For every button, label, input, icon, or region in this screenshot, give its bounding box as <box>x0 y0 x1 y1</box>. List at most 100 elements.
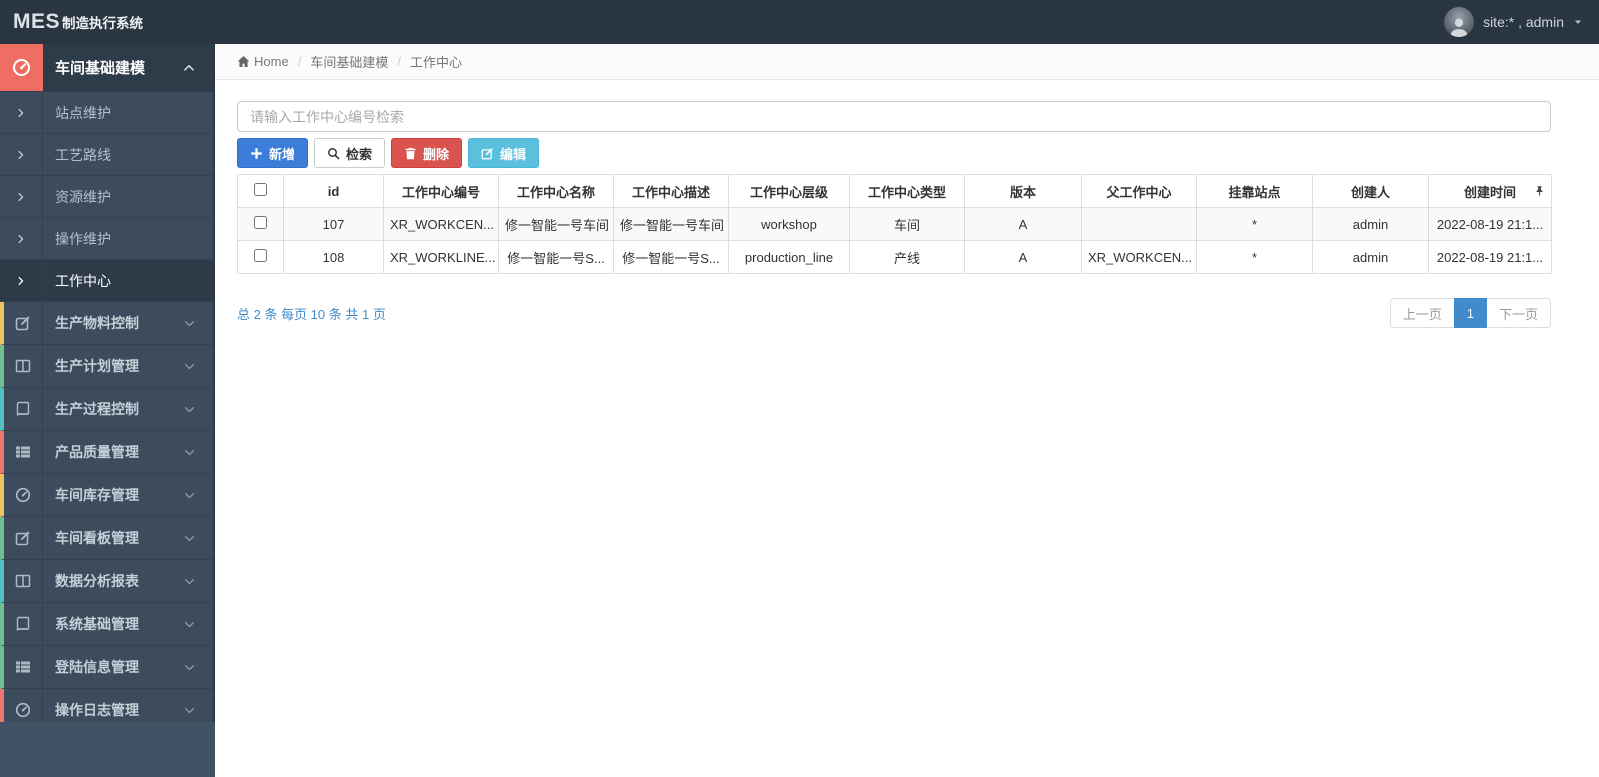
cell-version: A <box>964 207 1082 241</box>
search-icon <box>327 147 340 160</box>
sidebar-group-data-analysis-report[interactable]: 数据分析报表 <box>0 560 213 603</box>
logo-text-mes: MES <box>13 10 61 33</box>
table-row: 107 XR_WORKCEN... 修一智能一号车间 修一智能一号车间 work… <box>237 207 1552 241</box>
column-header-creator[interactable]: 创建人 <box>1312 174 1429 208</box>
sidebar-group-label: 生产物料控制 <box>55 315 139 331</box>
chevron-down-icon <box>184 404 195 415</box>
sidebar-group-production-process-control[interactable]: 生产过程控制 <box>0 388 213 431</box>
row-checkbox[interactable] <box>254 249 267 262</box>
pin-icon[interactable] <box>1534 186 1545 197</box>
search-input[interactable] <box>237 101 1551 132</box>
cell-type: 车间 <box>849 207 965 241</box>
sidebar-item-work-center[interactable]: 工作中心 <box>0 260 213 302</box>
sidebar-group-label: 系统基础管理 <box>55 616 139 632</box>
search-button[interactable]: 检索 <box>314 138 386 168</box>
caret-down-icon <box>1573 17 1583 27</box>
sidebar-item-label: 站点维护 <box>55 104 111 121</box>
table-row: 108 XR_WORKLINE... 修一智能一号S... 修一智能一号S...… <box>237 240 1552 274</box>
sidebar-group-label: 产品质量管理 <box>55 444 139 460</box>
add-button[interactable]: 新增 <box>237 138 309 168</box>
breadcrumb-section[interactable]: 车间基础建模 <box>310 52 388 71</box>
cell-desc: 修一智能一号S... <box>613 240 729 274</box>
page-1-button[interactable]: 1 <box>1453 298 1487 328</box>
cell-name: 修一智能一号车间 <box>498 207 614 241</box>
cell-parent: XR_WORKCEN... <box>1081 240 1197 274</box>
column-header-work-center-code[interactable]: 工作中心编号 <box>383 174 499 208</box>
select-all-checkbox[interactable] <box>254 183 267 196</box>
chevron-down-icon <box>184 318 195 329</box>
sidebar-item-process-route[interactable]: 工艺路线 <box>0 134 213 176</box>
sidebar-group-label: 数据分析报表 <box>55 573 139 589</box>
sidebar-group-system-basic-management[interactable]: 系统基础管理 <box>0 603 213 646</box>
sidebar-group-label: 生产过程控制 <box>55 401 139 417</box>
cell-creator: admin <box>1312 207 1429 241</box>
cell-level: production_line <box>728 240 850 274</box>
column-header-work-center-level[interactable]: 工作中心层级 <box>728 174 850 208</box>
sidebar-group-workshop-kanban-management[interactable]: 车间看板管理 <box>0 517 213 560</box>
columns-icon <box>4 345 43 387</box>
sidebar-group-production-material-control[interactable]: 生产物料控制 <box>0 302 213 345</box>
add-button-label: 新增 <box>269 146 296 162</box>
page-body: 新增 检索 删除 编辑 <box>215 80 1599 328</box>
cell-parent <box>1081 207 1197 241</box>
sidebar-group-operation-log-management[interactable]: 操作日志管理 <box>0 689 213 722</box>
cell-code: XR_WORKCEN... <box>383 207 499 241</box>
prev-page-button[interactable]: 上一页 <box>1389 298 1455 328</box>
chevron-down-icon <box>184 533 195 544</box>
sidebar-item-resource-maintenance[interactable]: 资源维护 <box>0 176 213 218</box>
column-header-parent-work-center[interactable]: 父工作中心 <box>1081 174 1197 208</box>
sidebar-group-product-quality-management[interactable]: 产品质量管理 <box>0 431 213 474</box>
column-header-attached-site[interactable]: 挂靠站点 <box>1196 174 1313 208</box>
trash-icon <box>404 147 417 160</box>
breadcrumb-separator: / <box>397 54 401 69</box>
chevron-up-icon <box>183 62 195 74</box>
delete-button[interactable]: 删除 <box>391 138 463 168</box>
tachometer-icon <box>12 58 31 77</box>
tachometer-icon <box>4 689 43 722</box>
table-header-row: id 工作中心编号 工作中心名称 工作中心描述 工作中心层级 工作中心类型 版本… <box>237 174 1552 208</box>
breadcrumb-current: 工作中心 <box>409 55 462 70</box>
user-icon <box>1448 15 1470 37</box>
search-button-label: 检索 <box>346 146 373 162</box>
cell-type: 产线 <box>849 240 965 274</box>
sidebar-group-login-info-management[interactable]: 登陆信息管理 <box>0 646 213 689</box>
edit-icon <box>481 147 494 160</box>
column-header-create-time[interactable]: 创建时间 <box>1428 174 1552 208</box>
cell-name: 修一智能一号S... <box>498 240 614 274</box>
column-header-work-center-type[interactable]: 工作中心类型 <box>849 174 965 208</box>
sidebar-group-workshop-basic-modeling[interactable]: 车间基础建模 <box>0 44 213 92</box>
column-header-id[interactable]: id <box>283 174 384 208</box>
sidebar-group-production-plan-management[interactable]: 生产计划管理 <box>0 345 213 388</box>
breadcrumb-home[interactable]: Home <box>254 54 289 69</box>
sidebar-item-operation-maintenance[interactable]: 操作维护 <box>0 218 213 260</box>
cell-id: 108 <box>283 240 384 274</box>
cell-id: 107 <box>283 207 384 241</box>
next-page-button[interactable]: 下一页 <box>1485 298 1551 328</box>
pagination-summary: 总 2 条 每页 10 条 共 1 页 <box>237 306 386 322</box>
sidebar-group-label: 车间基础建模 <box>55 60 146 77</box>
column-header-work-center-name[interactable]: 工作中心名称 <box>498 174 614 208</box>
tachometer-icon <box>4 474 43 516</box>
chevron-right-icon <box>0 176 43 217</box>
chevron-down-icon <box>184 490 195 501</box>
sidebar: 车间基础建模 站点维护 工艺路线 资源维护 操作维护 工作中心 生产物料控制 生… <box>0 44 215 777</box>
edit-button[interactable]: 编辑 <box>468 138 540 168</box>
cell-create-time: 2022-08-19 21:1... <box>1428 240 1552 274</box>
column-header-work-center-desc[interactable]: 工作中心描述 <box>613 174 729 208</box>
plus-icon <box>250 147 263 160</box>
sidebar-group-label: 操作日志管理 <box>55 702 139 718</box>
sidebar-item-site-maintenance[interactable]: 站点维护 <box>0 92 213 134</box>
sidebar-group-label: 登陆信息管理 <box>55 659 139 675</box>
chevron-down-icon <box>184 447 195 458</box>
chevron-down-icon <box>184 361 195 372</box>
logo-text-subtitle: 制造执行系统 <box>62 16 144 31</box>
row-checkbox[interactable] <box>254 216 267 229</box>
pagination-controls: 上一页 1 下一页 <box>1389 298 1551 328</box>
list-icon <box>4 431 43 473</box>
column-header-version[interactable]: 版本 <box>964 174 1082 208</box>
top-bar: MES 制造执行系统 site:* , admin <box>0 0 1599 44</box>
sidebar-group-workshop-inventory-management[interactable]: 车间库存管理 <box>0 474 213 517</box>
user-menu[interactable]: site:* , admin <box>1444 7 1583 37</box>
chevron-right-icon <box>0 218 43 259</box>
list-icon <box>4 646 43 688</box>
